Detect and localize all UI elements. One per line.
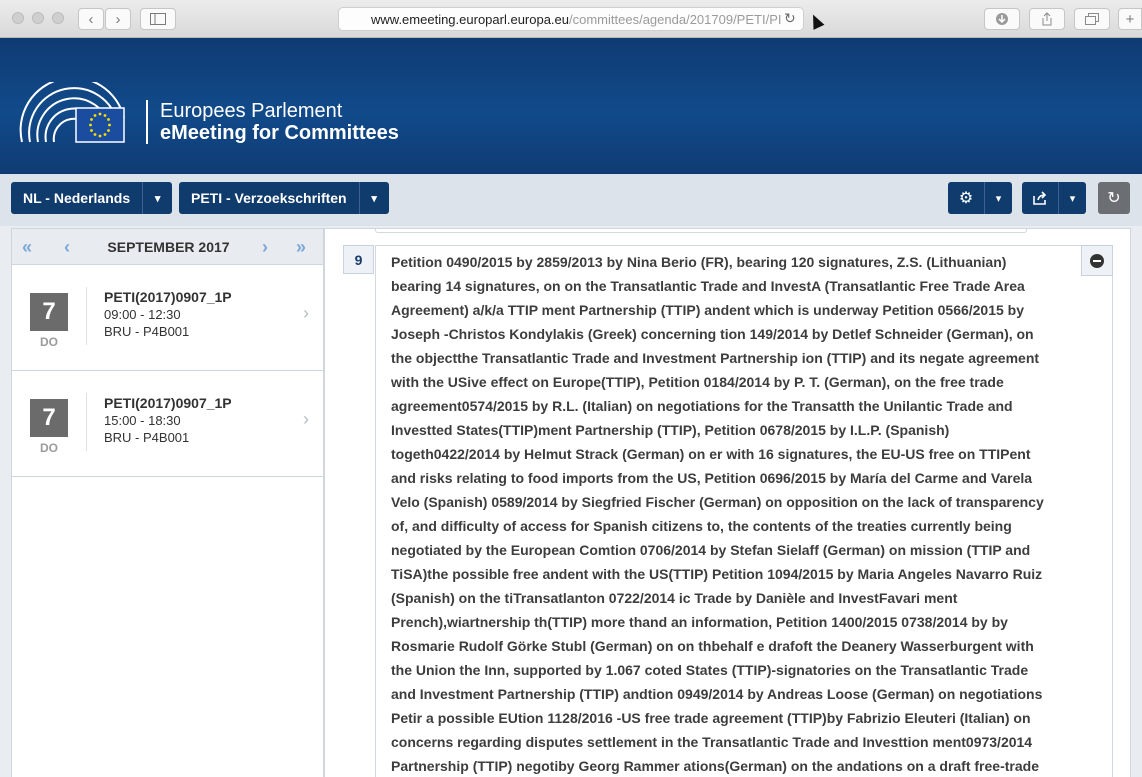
caret-down-icon: ▾ bbox=[142, 182, 172, 214]
back-button[interactable]: ‹ bbox=[78, 8, 104, 30]
agenda-item-number: 9 bbox=[343, 245, 374, 274]
new-tab-button[interactable]: + bbox=[1118, 8, 1142, 30]
meeting-code: PETI(2017)0907_1P bbox=[104, 289, 232, 305]
share-icon bbox=[1042, 12, 1052, 26]
share-button[interactable] bbox=[1029, 8, 1065, 30]
zoom-window-button[interactable] bbox=[52, 12, 64, 24]
downloads-button[interactable] bbox=[984, 8, 1020, 30]
minus-circle-icon bbox=[1090, 253, 1104, 268]
header-banner: Europees Parlement eMeeting for Committe… bbox=[0, 38, 1142, 174]
reload-icon[interactable]: ↻ bbox=[784, 10, 796, 27]
gear-icon: ⚙ bbox=[958, 190, 974, 207]
meeting-room: BRU - P4B001 bbox=[104, 324, 190, 339]
language-dropdown[interactable]: NL - Nederlands ▾ bbox=[11, 182, 173, 214]
download-icon bbox=[996, 13, 1008, 25]
language-label: NL - Nederlands bbox=[23, 190, 131, 206]
url-path: /committees/agenda/201709/PETI/PI bbox=[569, 11, 782, 27]
share-arrow-icon bbox=[1022, 182, 1058, 214]
divider bbox=[86, 393, 87, 451]
plus-icon: + bbox=[1125, 10, 1135, 28]
agenda-item-box: Petition 0490/2015 by 2859/2013 by Nina … bbox=[375, 245, 1113, 777]
chevron-right-icon: › bbox=[115, 10, 121, 28]
meeting-time: 09:00 - 12:30 bbox=[104, 307, 181, 322]
meeting-time: 15:00 - 18:30 bbox=[104, 413, 181, 428]
settings-dropdown[interactable]: ⚙ ▾ bbox=[948, 182, 1012, 214]
collapse-button[interactable] bbox=[1081, 245, 1113, 276]
day-number: 7 bbox=[30, 399, 68, 437]
sidebar-icon bbox=[150, 13, 166, 25]
close-window-button[interactable] bbox=[12, 12, 24, 24]
previous-item-box bbox=[375, 229, 1027, 233]
export-dropdown[interactable]: ▾ bbox=[1022, 182, 1086, 214]
chevron-right-icon[interactable]: › bbox=[262, 237, 268, 258]
month-label: SEPTEMBER 2017 bbox=[107, 239, 230, 255]
meeting-info: PETI(2017)0907_1P 09:00 - 12:30 BRU - P4… bbox=[104, 289, 232, 340]
committee-label: PETI - Verzoekschriften bbox=[191, 190, 347, 206]
meeting-room: BRU - P4B001 bbox=[104, 430, 190, 445]
caret-down-icon: ▾ bbox=[1058, 182, 1086, 214]
browser-toolbar: ‹ › www.emeeting.europarl.europa.eu/comm… bbox=[0, 0, 1142, 38]
double-chevron-right-icon[interactable]: » bbox=[296, 237, 306, 258]
app-name: eMeeting for Committees bbox=[160, 122, 399, 144]
weekday: DO bbox=[40, 441, 58, 455]
meeting-info: PETI(2017)0907_1P 15:00 - 18:30 BRU - P4… bbox=[104, 395, 232, 446]
mouse-cursor bbox=[807, 12, 825, 30]
agenda-panel: 9 Petition 0490/2015 by 2859/2013 by Nin… bbox=[324, 228, 1131, 777]
month-navigation: « ‹ SEPTEMBER 2017 › » bbox=[12, 229, 323, 265]
url-host: www.emeeting.europarl.europa.eu bbox=[371, 11, 570, 27]
meeting-item[interactable]: 7 DO PETI(2017)0907_1P 15:00 - 18:30 BRU… bbox=[12, 371, 323, 477]
minimize-window-button[interactable] bbox=[32, 12, 44, 24]
tabs-button[interactable] bbox=[1074, 8, 1110, 30]
day-number: 7 bbox=[30, 293, 68, 331]
weekday: DO bbox=[40, 335, 58, 349]
chevron-left-icon: ‹ bbox=[88, 10, 94, 28]
forward-button[interactable]: › bbox=[105, 8, 131, 30]
chevron-right-icon: › bbox=[303, 409, 309, 429]
caret-down-icon: ▾ bbox=[984, 182, 1012, 214]
committee-dropdown[interactable]: PETI - Verzoekschriften ▾ bbox=[179, 182, 389, 214]
meeting-item[interactable]: 7 DO PETI(2017)0907_1P 09:00 - 12:30 BRU… bbox=[12, 265, 323, 371]
refresh-icon: ↻ bbox=[1107, 190, 1121, 207]
sidebar-toggle-button[interactable] bbox=[140, 8, 176, 30]
meeting-code: PETI(2017)0907_1P bbox=[104, 395, 232, 411]
refresh-button[interactable]: ↻ bbox=[1098, 182, 1130, 214]
app-toolbar: NL - Nederlands ▾ PETI - Verzoekschrifte… bbox=[0, 174, 1142, 226]
chevron-right-icon: › bbox=[303, 303, 309, 323]
tabs-icon bbox=[1085, 13, 1099, 25]
meeting-calendar: « ‹ SEPTEMBER 2017 › » 7 DO PETI(2017)09… bbox=[11, 228, 324, 777]
divider bbox=[86, 287, 87, 345]
org-name: Europees Parlement bbox=[160, 100, 343, 122]
caret-down-icon: ▾ bbox=[358, 182, 389, 214]
app-branding: Europees Parlement eMeeting for Committe… bbox=[146, 100, 399, 144]
agenda-item-text: Petition 0490/2015 by 2859/2013 by Nina … bbox=[391, 254, 1044, 774]
address-bar[interactable]: www.emeeting.europarl.europa.eu/committe… bbox=[338, 7, 804, 31]
european-parliament-logo bbox=[19, 82, 125, 143]
